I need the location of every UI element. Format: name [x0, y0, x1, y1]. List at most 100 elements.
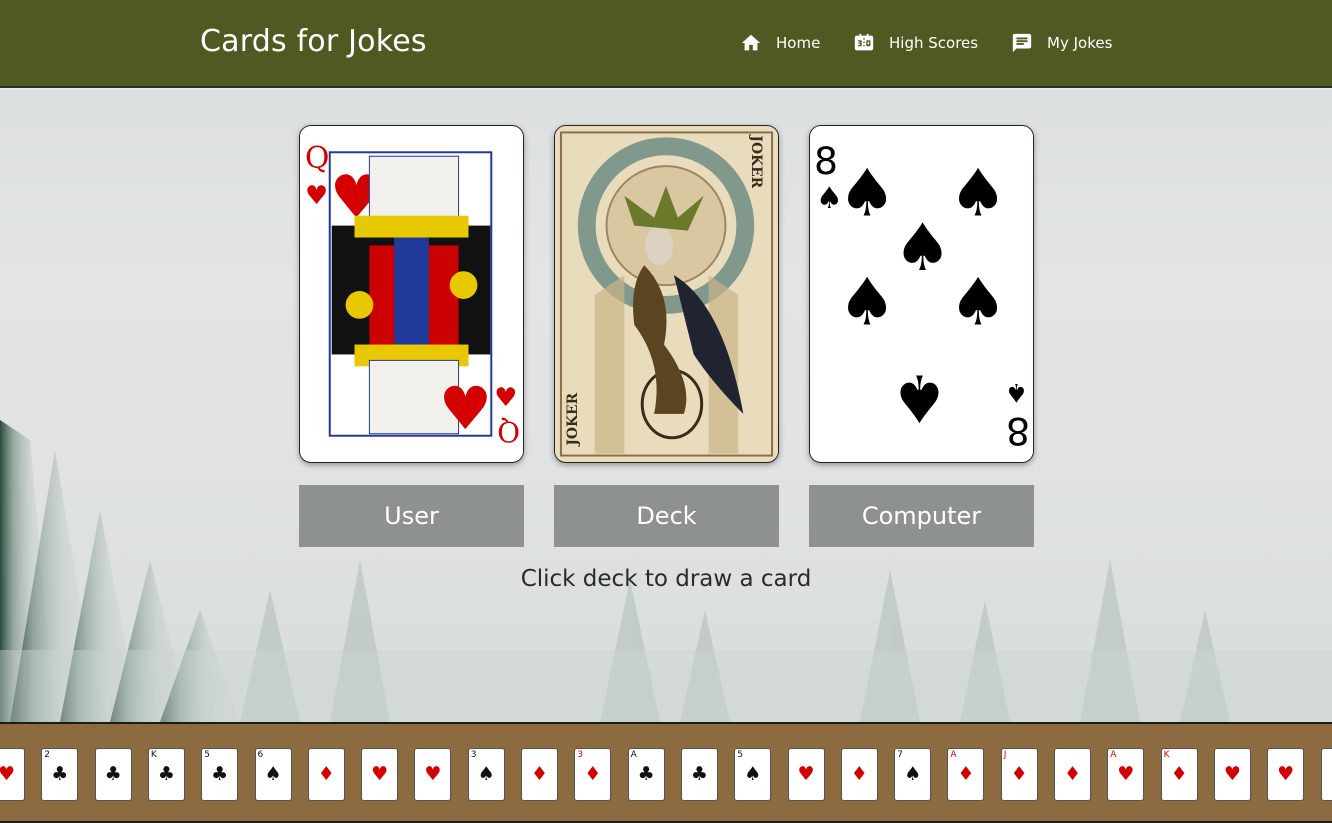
- footer-card: ♦: [307, 748, 345, 801]
- navbar: Cards for Jokes Home High Scores My Joke…: [0, 0, 1332, 88]
- footer-card-suit: ♣: [51, 763, 69, 785]
- footer-card-rank: 5: [204, 750, 210, 760]
- footer-card-rank: 3: [577, 750, 584, 760]
- footer-card: 5 ♠: [734, 748, 772, 801]
- footer-card: J ♦: [1000, 748, 1038, 801]
- footer-card-rank: 6: [257, 750, 264, 760]
- deck-card[interactable]: JOKER JOKER: [554, 125, 779, 463]
- footer-card-suit: ♦: [584, 763, 602, 785]
- svg-text:8: 8: [1006, 409, 1030, 453]
- nav-my-jokes-label: My Jokes: [1047, 34, 1113, 52]
- card-strip-footer: ♥2♣♣K♣5♣6♠♦♥♥3♠♦3♦A♣♣5♠♥♦7♠A♦J♦♦A♥K♦♥♥♥: [0, 722, 1332, 823]
- footer-card: 7 ♠: [894, 748, 932, 801]
- computer-label: Computer: [809, 485, 1034, 547]
- footer-card: 3 ♦: [574, 748, 612, 801]
- footer-card: ♦: [840, 748, 878, 801]
- footer-card-suit: ♥: [371, 763, 389, 785]
- footer-card-rank: A: [630, 750, 637, 760]
- footer-card: ♥: [1213, 748, 1251, 801]
- instruction-text: Click deck to draw a card: [520, 566, 812, 592]
- svg-text:♥: ♥: [439, 375, 492, 444]
- svg-text:♠: ♠: [949, 156, 1008, 232]
- footer-card-suit: ♦: [317, 763, 335, 785]
- footer-card-suit: ♦: [1170, 763, 1188, 785]
- svg-text:♥: ♥: [305, 181, 328, 211]
- footer-card-rank: 7: [897, 750, 903, 760]
- footer-card-suit: ♣: [637, 763, 655, 785]
- footer-card: ♥: [1267, 748, 1305, 801]
- joker-card-image: JOKER JOKER: [555, 126, 778, 462]
- footer-card-suit: ♦: [1010, 763, 1028, 785]
- svg-text:♠: ♠: [838, 265, 897, 341]
- footer-card: 5 ♣: [201, 748, 239, 801]
- footer-card: ♥: [1320, 748, 1332, 801]
- footer-card: K ♣: [147, 748, 185, 801]
- joker-text-top: JOKER: [748, 133, 764, 188]
- deck-button[interactable]: Deck: [554, 485, 779, 547]
- svg-text:♥: ♥: [494, 383, 517, 413]
- computer-card: 8 ♠ ♠ ♠ ♠ ♠ ♠ ♠ ♠ ♠ ♠ 8: [809, 125, 1034, 463]
- nav-high-scores-label: High Scores: [889, 34, 979, 52]
- footer-card: 3 ♠: [467, 748, 505, 801]
- footer-card-suit: ♥: [0, 763, 24, 785]
- scoreboard-icon: [854, 33, 874, 51]
- footer-card-suit: ♣: [104, 763, 122, 785]
- nav-my-jokes[interactable]: My Jokes: [1011, 28, 1112, 58]
- footer-card: ♦: [521, 748, 558, 801]
- footer-card-rank: K: [150, 750, 157, 760]
- brand-title[interactable]: Cards for Jokes: [200, 24, 427, 59]
- user-label: User: [299, 485, 524, 547]
- footer-card-rank: 5: [737, 750, 743, 760]
- svg-text:8: 8: [814, 139, 838, 183]
- svg-text:Q: Q: [497, 415, 520, 448]
- svg-text:♠: ♠: [893, 210, 952, 286]
- footer-card: ♥: [0, 748, 25, 801]
- footer-card-suit: ♠: [477, 763, 495, 785]
- comment-icon: [1012, 33, 1032, 53]
- nav-home[interactable]: Home: [740, 28, 820, 58]
- footer-card: A ♣: [627, 748, 665, 801]
- footer-card: A ♥: [1107, 748, 1145, 801]
- eight-of-spades-card-image: 8 ♠ ♠ ♠ ♠ ♠ ♠ ♠ ♠ ♠ ♠ 8: [810, 126, 1033, 462]
- footer-card-suit: ♥: [1322, 763, 1332, 785]
- footer-card-suit: ♣: [157, 763, 175, 785]
- svg-text:♠: ♠: [1005, 377, 1028, 407]
- nav-high-scores[interactable]: High Scores: [853, 28, 978, 58]
- footer-card: K ♦: [1160, 748, 1198, 801]
- svg-text:♠: ♠: [838, 156, 897, 232]
- footer-card: A ♦: [947, 748, 985, 801]
- footer-card: ♣: [94, 748, 132, 801]
- footer-card-suit: ♠: [744, 763, 762, 785]
- footer-card: ♦: [1054, 748, 1091, 801]
- footer-card-suit: ♠: [904, 763, 922, 785]
- footer-card-rank: K: [1163, 750, 1170, 760]
- footer-card-rank: J: [1003, 750, 1007, 760]
- footer-card-suit: ♥: [1277, 763, 1295, 785]
- footer-card: ♣: [680, 748, 718, 801]
- footer-card: ♥: [361, 748, 399, 801]
- footer-card-suit: ♦: [957, 763, 975, 785]
- footer-card-rank: 3: [470, 750, 477, 760]
- footer-card-suit: ♦: [850, 763, 868, 785]
- queen-of-hearts-card-image: Q ♥ ♥ ♥ ♥ Q: [300, 126, 523, 462]
- footer-card-suit: ♠: [264, 763, 282, 785]
- svg-text:Q: Q: [305, 141, 329, 176]
- footer-card: ♥: [414, 748, 452, 801]
- svg-text:♠: ♠: [949, 265, 1008, 341]
- footer-card-suit: ♥: [424, 763, 442, 785]
- footer-card-suit: ♦: [1063, 763, 1082, 785]
- footer-card-rank: A: [1110, 750, 1117, 760]
- footer-card-suit: ♣: [211, 763, 229, 785]
- footer-card-suit: ♣: [690, 763, 708, 785]
- footer-card-rank: 2: [44, 750, 51, 760]
- nav-home-label: Home: [776, 34, 821, 52]
- svg-text:♠: ♠: [890, 359, 949, 435]
- footer-card-suit: ♥: [1117, 763, 1135, 785]
- footer-card: ♥: [787, 748, 825, 801]
- footer-card-suit: ♥: [797, 763, 815, 785]
- home-icon: [741, 34, 761, 51]
- joker-text-bottom: JOKER: [565, 392, 581, 447]
- footer-card: 6 ♠: [254, 748, 292, 801]
- footer-card-suit: ♥: [1223, 763, 1241, 785]
- user-card: Q ♥ ♥ ♥ ♥ Q: [299, 125, 524, 463]
